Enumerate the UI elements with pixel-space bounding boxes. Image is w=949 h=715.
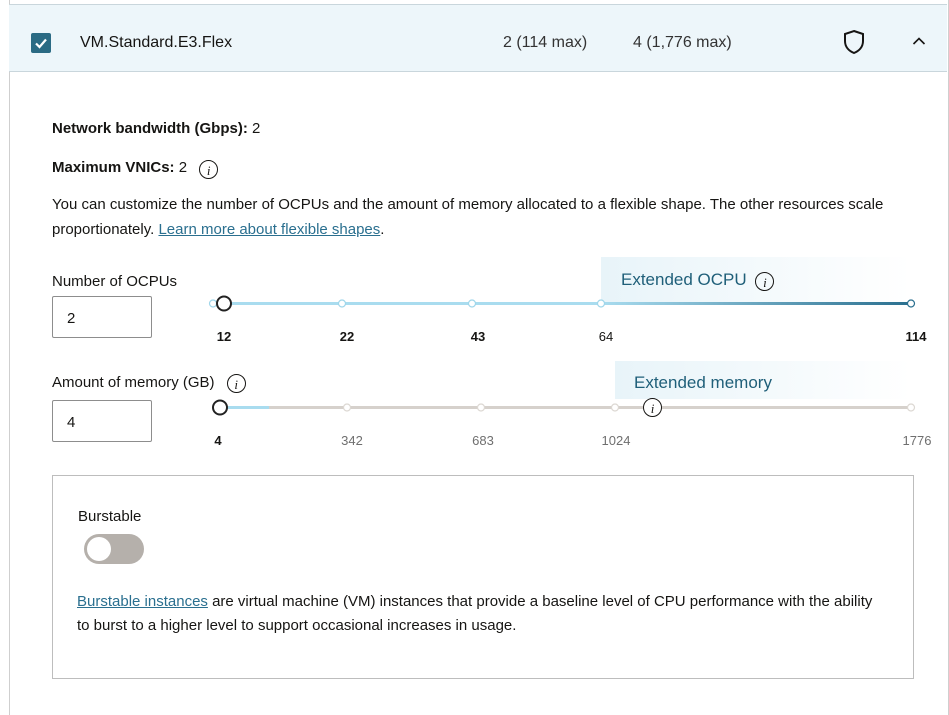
extended-memory-label: Extended memory bbox=[634, 373, 772, 392]
ocpu-label: Number of OCPUs bbox=[52, 273, 178, 290]
description-end: . bbox=[380, 221, 385, 238]
network-bandwidth: Network bandwidth (Gbps): 2 bbox=[52, 120, 260, 137]
memory-tick bbox=[476, 403, 486, 412]
memory-tick bbox=[610, 403, 620, 412]
burstable-label: Burstable bbox=[78, 508, 142, 525]
memory-tick bbox=[342, 403, 352, 412]
ocpu-track-extended bbox=[601, 302, 911, 305]
ocpu-slider-handle[interactable] bbox=[216, 295, 232, 312]
network-bandwidth-value: 2 bbox=[252, 120, 261, 137]
network-bandwidth-label: Network bandwidth (Gbps): bbox=[52, 120, 248, 137]
shape-name: VM.Standard.E3.Flex bbox=[80, 34, 233, 51]
memory-tick-label: 1024 bbox=[601, 433, 631, 448]
ocpu-tick bbox=[906, 299, 916, 308]
memory-slider-handle[interactable] bbox=[212, 399, 228, 416]
ocpu-tick-label: 12 bbox=[216, 329, 232, 344]
memory-label: Amount of memory (GB) i bbox=[52, 374, 246, 393]
burstable-section bbox=[52, 475, 914, 679]
burstable-toggle[interactable] bbox=[84, 534, 144, 564]
memory-tick bbox=[906, 403, 916, 412]
memory-tick-label: 342 bbox=[341, 433, 363, 448]
memory-tick-label: 1776 bbox=[902, 433, 932, 448]
ocpu-tick-label: 43 bbox=[470, 329, 486, 344]
info-icon[interactable]: i bbox=[226, 374, 246, 393]
memory-label-text: Amount of memory (GB) bbox=[52, 374, 215, 391]
ocpu-tick-label: 22 bbox=[339, 329, 355, 344]
info-icon[interactable]: i bbox=[199, 160, 219, 179]
max-vnics: Maximum VNICs: 2 i bbox=[52, 159, 219, 179]
shape-checkbox[interactable] bbox=[31, 33, 51, 53]
checkmark-icon bbox=[35, 38, 47, 49]
extended-ocpu-label: Extended OCPU bbox=[621, 270, 747, 289]
ocpu-tick bbox=[208, 299, 218, 308]
ocpu-slider[interactable] bbox=[200, 290, 930, 318]
memory-track bbox=[213, 406, 911, 409]
shield-icon bbox=[844, 29, 864, 55]
shape-row-header[interactable]: VM.Standard.E3.Flex 2 (114 max) 4 (1,776… bbox=[9, 4, 947, 72]
burstable-description: Burstable instances are virtual machine … bbox=[77, 590, 877, 638]
memory-slider[interactable] bbox=[200, 394, 930, 422]
max-vnics-label: Maximum VNICs: bbox=[52, 159, 175, 176]
shape-ocpu-count: 2 (114 max) bbox=[503, 34, 588, 51]
ocpu-tick-label: 114 bbox=[905, 329, 927, 344]
ocpu-tick bbox=[337, 299, 347, 308]
toggle-knob bbox=[87, 537, 111, 561]
memory-tick-label: 4 bbox=[214, 433, 222, 448]
info-icon[interactable]: i bbox=[755, 272, 775, 291]
learn-more-link[interactable]: Learn more about flexible shapes bbox=[158, 221, 380, 238]
ocpu-tick-label: 64 bbox=[598, 329, 614, 344]
flexible-shape-description: You can customize the number of OCPUs an… bbox=[52, 192, 892, 242]
memory-input[interactable]: 4 bbox=[52, 400, 152, 442]
ocpu-tick bbox=[596, 299, 606, 308]
memory-tick-label: 683 bbox=[472, 433, 494, 448]
max-vnics-value: 2 bbox=[178, 159, 188, 176]
ocpu-tick bbox=[467, 299, 477, 308]
ocpu-track-standard bbox=[213, 302, 601, 305]
burstable-instances-link[interactable]: Burstable instances bbox=[77, 593, 208, 610]
extended-ocpu-title: Extended OCPU i bbox=[621, 270, 775, 291]
ocpu-input[interactable]: 2 bbox=[52, 296, 152, 338]
shape-memory-count: 4 (1,776 max) bbox=[633, 34, 732, 51]
info-icon[interactable]: i bbox=[643, 398, 662, 417]
chevron-up-icon[interactable] bbox=[912, 36, 926, 46]
